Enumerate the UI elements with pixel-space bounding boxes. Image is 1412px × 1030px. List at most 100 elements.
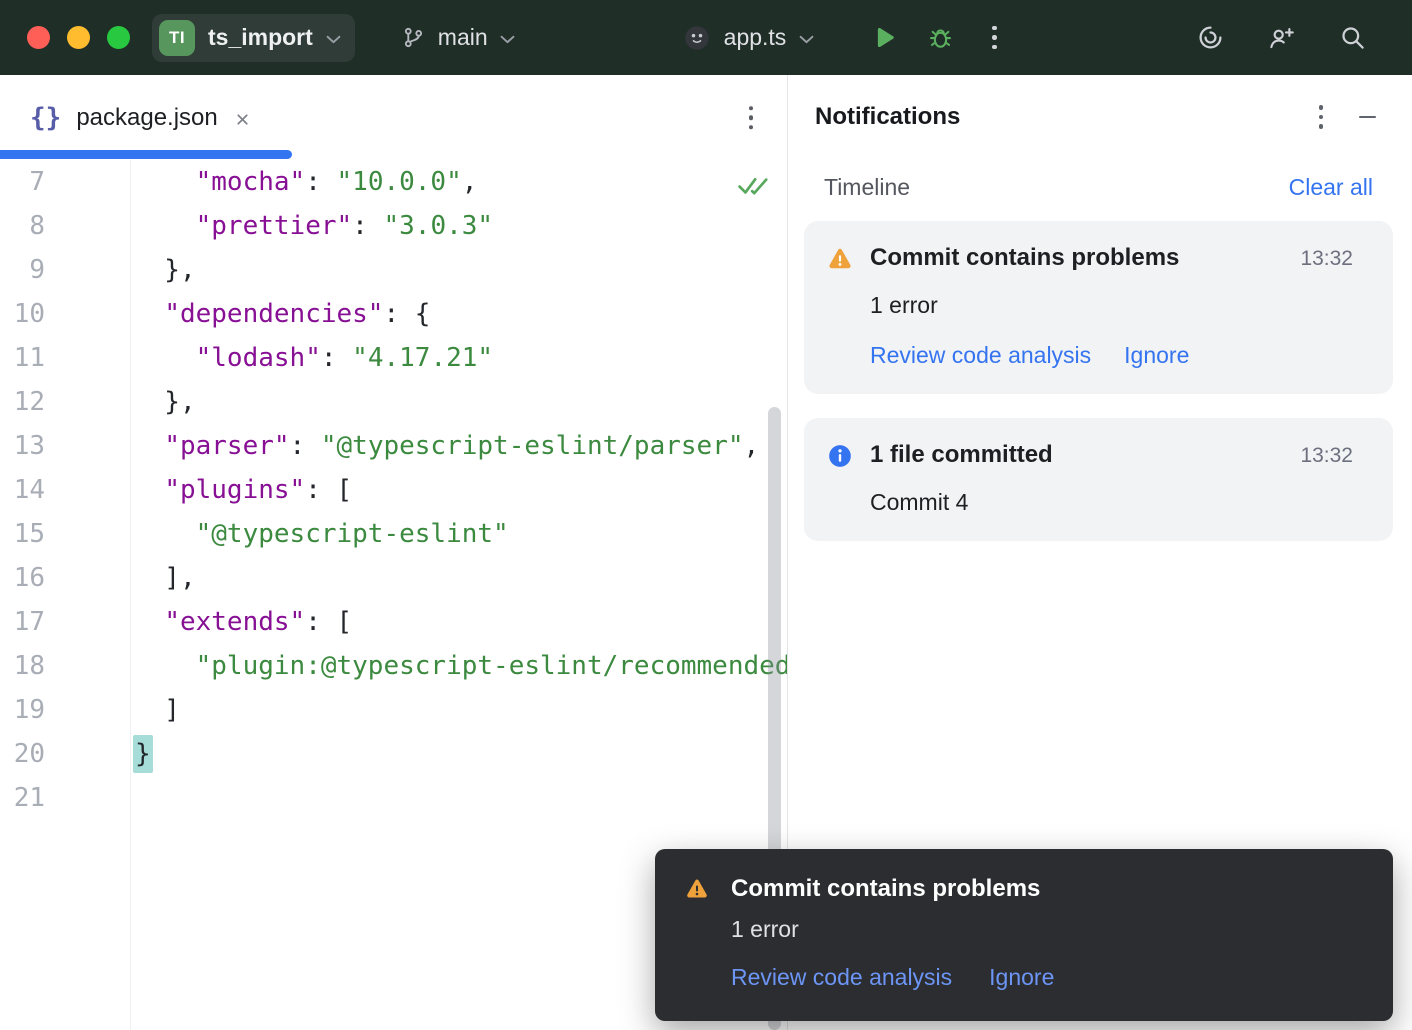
ai-assistant-icon[interactable] [1197,24,1224,51]
notification-title: Commit contains problems [870,244,1288,272]
project-widget[interactable]: TI ts_import [152,14,355,62]
notification-action-ignore[interactable]: Ignore [1124,342,1189,369]
chevron-down-icon [326,35,341,44]
code-line[interactable]: 12 }, [0,380,787,424]
line-number: 21 [0,783,45,813]
info-icon [827,443,853,469]
timeline-row: Timeline Clear all [824,174,1373,201]
panel-options-button[interactable] [1319,105,1324,129]
commit-checks-passed-icon [737,174,769,204]
code-line[interactable]: 16 ], [0,556,787,600]
notification-time: 13:32 [1300,247,1353,271]
code-token: "dependencies" [164,299,383,329]
code-text: "parser": "@typescript-eslint/parser", [133,431,759,461]
code-line[interactable]: 20} [0,732,787,776]
code-token: : [305,167,336,197]
line-number: 19 [0,695,45,725]
run-config-icon [683,24,711,52]
titlebar-right-icons [1197,24,1412,51]
close-tab-icon[interactable] [234,111,251,128]
code-text: ] [133,695,180,725]
line-number: 13 [0,431,45,461]
notification-title: 1 file committed [870,441,1288,469]
hide-panel-button[interactable] [1359,116,1376,119]
code-token: , [744,431,760,461]
line-number: 15 [0,519,45,549]
code-text: } [133,739,153,769]
tab-package-json[interactable]: {} package.json [0,103,251,133]
clear-all-link[interactable]: Clear all [1289,174,1373,201]
branch-widget[interactable]: main [401,24,515,51]
code-line[interactable]: 9 }, [0,248,787,292]
code-token [133,519,196,549]
line-number: 8 [0,211,45,241]
notification-actions: Review code analysis Ignore [870,342,1353,369]
toast-action-review-code-analysis[interactable]: Review code analysis [731,964,952,991]
minimize-window-button[interactable] [67,26,90,49]
code-token: }, [133,255,196,285]
code-line[interactable]: 19 ] [0,688,787,732]
code-line[interactable]: 21 [0,776,787,820]
toast-action-ignore[interactable]: Ignore [989,964,1054,991]
notification-content: 1 file committed13:32Commit 4 [870,441,1353,516]
code-line[interactable]: 13 "parser": "@typescript-eslint/parser"… [0,424,787,468]
code-line[interactable]: 7 "mocha": "10.0.0", [0,160,787,204]
more-actions-button[interactable] [992,26,997,50]
chevron-down-icon [500,35,515,44]
git-branch-icon [401,25,426,50]
code-token: : [ [305,607,352,637]
code-text: "@typescript-eslint" [133,519,509,549]
code-line[interactable]: 18 "plugin:@typescript-eslint/recommende… [0,644,787,688]
close-window-button[interactable] [27,26,50,49]
code-line[interactable]: 15 "@typescript-eslint" [0,512,787,556]
line-number: 11 [0,343,45,373]
chevron-down-icon [799,35,814,44]
bug-icon [927,24,954,51]
notification-header: Commit contains problems 13:32 [870,244,1353,272]
code-line[interactable]: 11 "lodash": "4.17.21" [0,336,787,380]
code-token: ] [133,695,180,725]
gutter-separator [130,160,131,1030]
code-token [133,475,164,505]
line-number: 12 [0,387,45,417]
code-with-me-icon[interactable] [1268,24,1295,51]
run-config-name: app.ts [724,24,787,51]
toast-body: 1 error [731,916,1363,943]
code-line[interactable]: 10 "dependencies": { [0,292,787,336]
code-token [133,211,196,241]
debug-button[interactable] [927,24,954,51]
code-token: "@typescript-eslint" [196,519,509,549]
code-text: "lodash": "4.17.21" [133,343,493,373]
code-text: "extends": [ [133,607,352,637]
toast-title: Commit contains problems [731,875,1040,903]
tab-options-button[interactable] [749,106,754,130]
line-number: 17 [0,607,45,637]
code-token: ], [133,563,196,593]
run-configuration-widget[interactable]: app.ts [683,24,815,52]
window-controls [0,26,130,49]
code-token: "4.17.21" [352,343,493,373]
run-button[interactable] [870,24,897,51]
code-text: "plugin:@typescript-eslint/recommended" [133,651,787,681]
code-line[interactable]: 8 "prettier": "3.0.3" [0,204,787,248]
editor-code: 7 "mocha": "10.0.0",8 "prettier": "3.0.3… [0,160,787,820]
fullscreen-window-button[interactable] [107,26,130,49]
notification-action-review-code-analysis[interactable]: Review code analysis [870,342,1091,369]
search-icon[interactable] [1339,24,1366,51]
editor-tab-bar: {} package.json [0,75,787,160]
code-text: "mocha": "10.0.0", [133,167,477,197]
json-file-icon: {} [30,103,61,133]
code-token [133,299,164,329]
code-line[interactable]: 17 "extends": [ [0,600,787,644]
code-line[interactable]: 14 "plugins": [ [0,468,787,512]
timeline-section-label: Timeline [824,174,1289,201]
code-token: } [133,735,153,773]
toast-header: Commit contains problems [685,875,1363,903]
code-token [133,167,196,197]
play-icon [870,24,897,51]
line-number: 14 [0,475,45,505]
code-token: "prettier" [196,211,353,241]
panel-title: Notifications [815,103,1319,131]
notification-header: 1 file committed13:32 [870,441,1353,469]
code-token: "plugins" [164,475,305,505]
